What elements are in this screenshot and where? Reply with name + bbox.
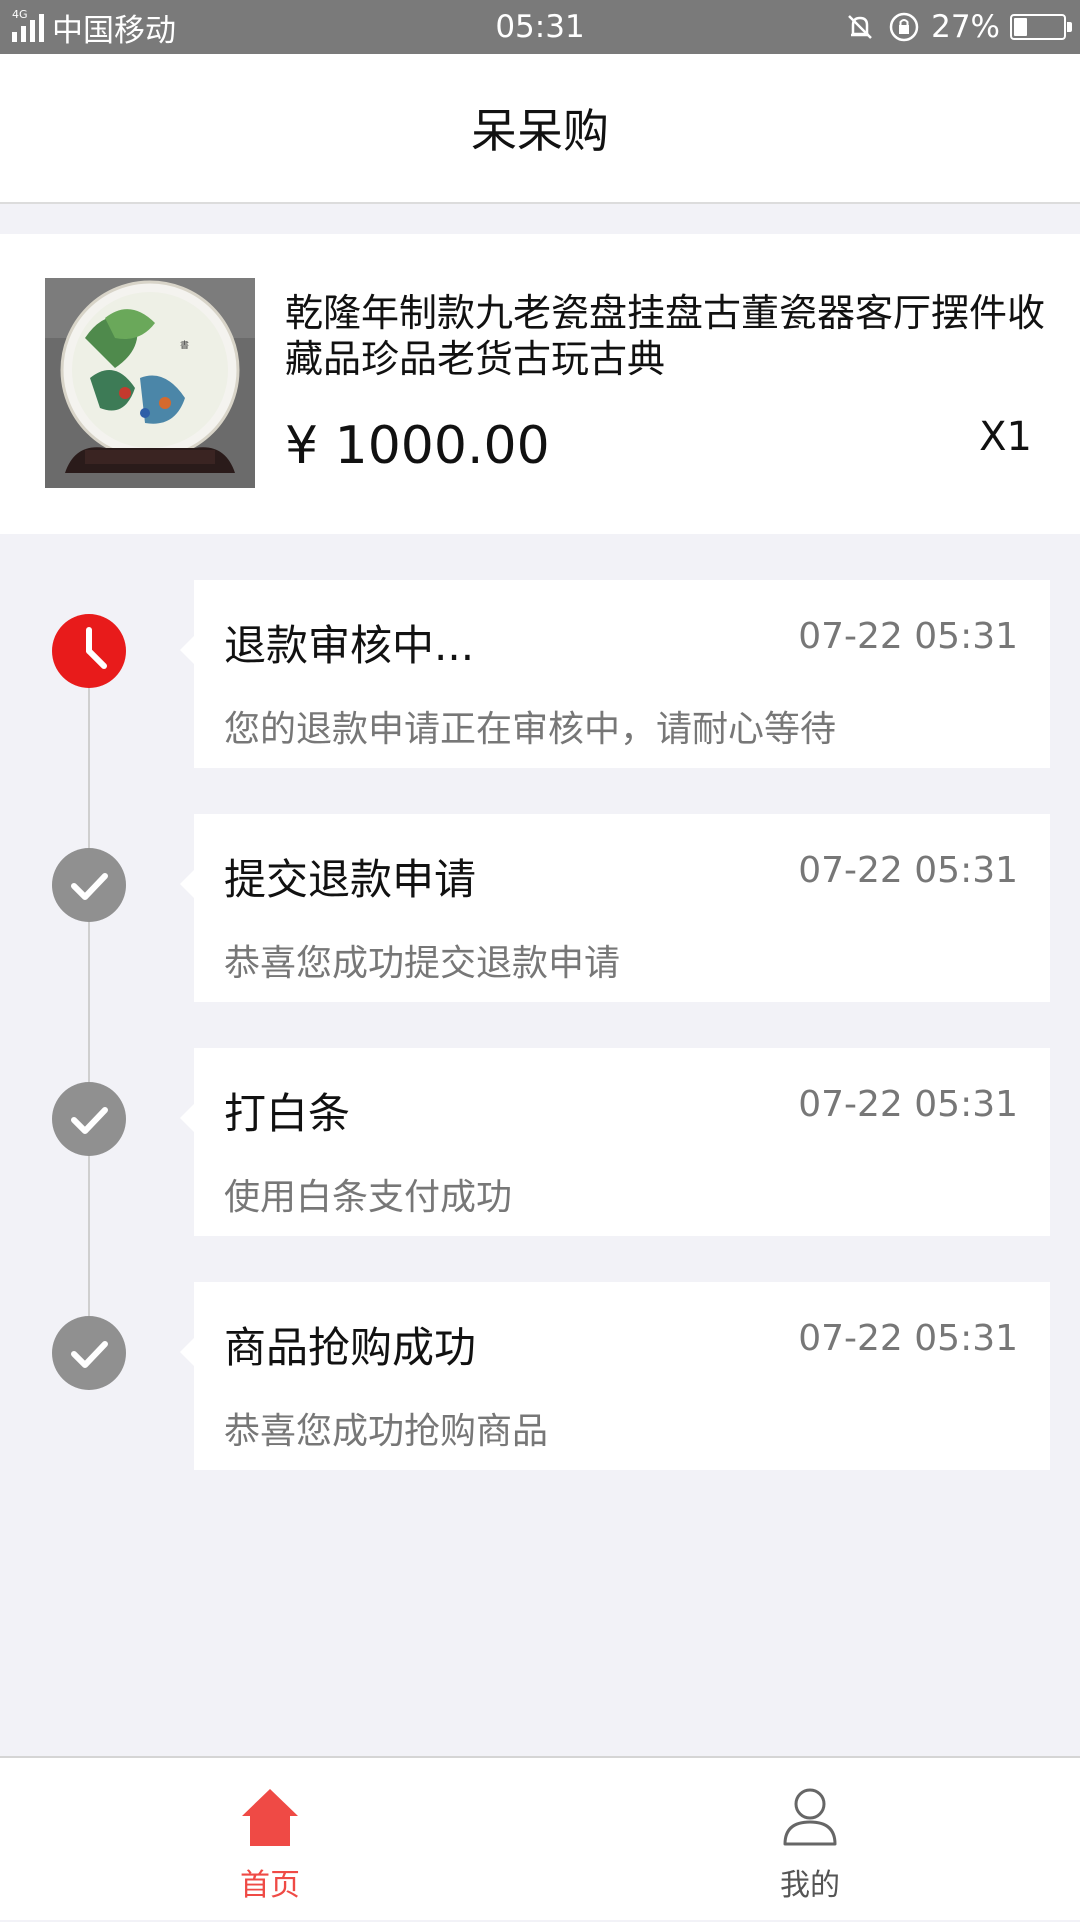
nav-home-label: 首页 [240, 1868, 300, 1903]
user-icon [783, 1788, 837, 1846]
nav-mine-label: 我的 [780, 1868, 840, 1903]
timeline-time: 07-22 05:31 [798, 616, 1018, 657]
check-icon [52, 848, 126, 922]
battery-percent: 27% [931, 9, 1000, 45]
timeline-item: 商品抢购成功 07-22 05:31 恭喜您成功抢购商品 [0, 1282, 1080, 1470]
timeline-time: 07-22 05:31 [798, 850, 1018, 891]
timeline-desc: 恭喜您成功提交退款申请 [224, 943, 621, 984]
timeline-time: 07-22 05:31 [798, 1318, 1018, 1359]
status-right: 27% [843, 0, 1072, 54]
timeline-time: 07-22 05:31 [798, 1084, 1018, 1125]
nav-home-button[interactable]: 首页 [170, 1758, 370, 1922]
home-icon [242, 1789, 298, 1846]
timeline-title: 商品抢购成功 [224, 1323, 477, 1372]
nav-mine-button[interactable]: 我的 [710, 1758, 910, 1922]
battery-icon [1010, 14, 1072, 40]
timeline-card: 提交退款申请 07-22 05:31 恭喜您成功提交退款申请 [180, 814, 1050, 1002]
mute-icon [848, 15, 872, 39]
timeline-item: 提交退款申请 07-22 05:31 恭喜您成功提交退款申请 [0, 814, 1080, 1002]
timeline-item: 打白条 07-22 05:31 使用白条支付成功 [0, 1048, 1080, 1236]
timeline-card: 商品抢购成功 07-22 05:31 恭喜您成功抢购商品 [180, 1282, 1050, 1470]
product-card[interactable]: 書 乾隆年制款九老瓷盘挂盘古董瓷器客厅摆件收藏品珍品老货古玩古典 ¥ 1000.… [0, 234, 1080, 534]
timeline-item: 退款审核中... 07-22 05:31 您的退款申请正在审核中，请耐心等待 [0, 580, 1080, 768]
timeline-title: 退款审核中... [224, 621, 475, 670]
timeline-desc: 恭喜您成功抢购商品 [224, 1411, 549, 1452]
timeline-desc: 您的退款申请正在审核中，请耐心等待 [224, 709, 837, 750]
clock-icon [52, 614, 126, 688]
bottom-nav: 首页 我的 [0, 1756, 1080, 1920]
timeline-title: 打白条 [224, 1089, 351, 1138]
product-quantity: X1 [979, 414, 1032, 460]
check-icon [52, 1082, 126, 1156]
battery-fill [1014, 18, 1027, 36]
product-title[interactable]: 乾隆年制款九老瓷盘挂盘古董瓷器客厅摆件收藏品珍品老货古玩古典 [285, 290, 1045, 382]
porcelain-plate-image: 書 [45, 278, 255, 488]
timeline-card: 退款审核中... 07-22 05:31 您的退款申请正在审核中，请耐心等待 [180, 580, 1050, 768]
svg-text:書: 書 [180, 339, 189, 351]
rotation-lock-icon [889, 12, 919, 42]
product-price: ¥ 1000.00 [285, 416, 550, 476]
timeline-card: 打白条 07-22 05:31 使用白条支付成功 [180, 1048, 1050, 1236]
app-header: 呆呆购 [0, 54, 1080, 204]
product-image[interactable]: 書 [45, 278, 255, 488]
page-title: 呆呆购 [471, 104, 609, 158]
timeline-title: 提交退款申请 [224, 855, 477, 904]
status-bar: 4G 中国移动 05:31 27% [0, 0, 1080, 54]
timeline-desc: 使用白条支付成功 [224, 1177, 513, 1218]
check-icon [52, 1316, 126, 1390]
